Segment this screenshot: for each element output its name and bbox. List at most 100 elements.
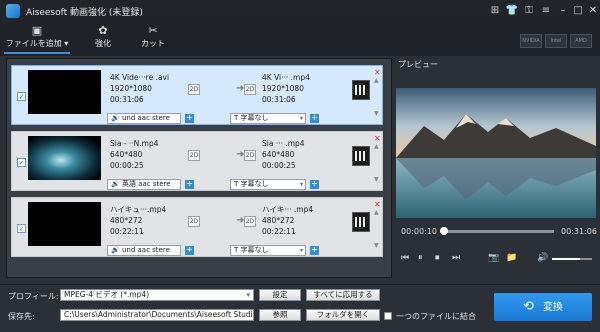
source-duration: 00:31:06 (110, 95, 144, 104)
audio-icon: 🔊 (111, 246, 120, 254)
pause-icon[interactable]: ⏸ (418, 254, 423, 263)
total-time: 00:31:06 (561, 227, 597, 236)
add-audio-button[interactable]: + (185, 246, 194, 255)
source-info: 4K Vide···re .avi 1920*1080 00:31:06 (110, 72, 184, 105)
profile-label: プロフィール: (8, 292, 59, 301)
volume-icon[interactable]: 🔊 (537, 254, 548, 263)
output-2d-badge[interactable]: 2D (244, 216, 256, 227)
close-icon[interactable]: ✕ (586, 4, 600, 18)
file-list: ✓ 4K Vide···re .avi 1920*1080 00:31:06 2… (6, 58, 392, 278)
enhance-label: 強化 (95, 39, 111, 48)
output-2d-badge[interactable]: 2D (244, 84, 256, 95)
source-duration: 00:22:11 (110, 227, 144, 236)
audio-icon: 🔊 (111, 114, 120, 122)
output-format-icon[interactable] (352, 146, 370, 166)
palette-icon: ✿ (98, 24, 108, 37)
subtitle-select[interactable]: T 字幕なし ▾ (230, 245, 306, 256)
minimize-icon[interactable]: – (556, 4, 570, 18)
add-audio-button[interactable]: + (185, 180, 194, 189)
output-info: ハイキ··· .mp4 480*272 00:22:11 (262, 204, 342, 237)
output-duration: 00:31:06 (262, 95, 296, 104)
move-up-icon[interactable]: ▲ (374, 143, 379, 150)
video-thumbnail (28, 136, 101, 180)
maximize-icon[interactable]: □ (571, 4, 585, 18)
add-subtitle-button[interactable]: + (310, 246, 319, 255)
output-format-icon[interactable] (352, 80, 370, 100)
file-row[interactable]: ✓ Sia - ··N.mp4 640*480 00:00:25 2D ➜ 2D… (11, 131, 383, 191)
source-2d-badge[interactable]: 2D (188, 216, 200, 227)
video-thumbnail (28, 70, 101, 114)
merge-checkbox[interactable] (384, 312, 392, 320)
key-icon[interactable]: ⚿ (522, 4, 536, 18)
previous-icon[interactable]: ⏮ (401, 254, 409, 263)
apply-all-button[interactable]: すべてに応用する (306, 289, 380, 301)
preview-video[interactable] (396, 88, 596, 218)
audio-track-select[interactable]: 🔊 und aac stere (107, 245, 181, 256)
file-checkbox[interactable]: ✓ (17, 224, 26, 233)
enhance-button[interactable]: ✿ 強化 (84, 24, 122, 54)
add-audio-button[interactable]: + (185, 114, 194, 123)
subtitle-select[interactable]: T 字幕なし ▾ (230, 113, 306, 124)
subtitle-value: 字幕なし (240, 180, 269, 188)
subtitle-dropdown-icon: ▾ (299, 247, 303, 254)
cut-label: カット (141, 39, 165, 48)
file-checkbox[interactable]: ✓ (17, 92, 26, 101)
add-file-label: ファイルを追加 (5, 39, 62, 48)
output-resolution: 640*480 (262, 150, 295, 159)
add-subtitle-button[interactable]: + (310, 114, 319, 123)
remove-file-icon[interactable]: ✕ (374, 201, 381, 209)
add-subtitle-button[interactable]: + (310, 180, 319, 189)
convert-icon: ⟲ (522, 299, 534, 314)
source-filename: Sia - ··N.mp4 (110, 139, 159, 148)
move-down-icon[interactable]: ▼ (374, 176, 379, 183)
source-resolution: 640*480 (110, 150, 143, 159)
cut-button[interactable]: ✂ カット (134, 24, 172, 54)
destination-input[interactable]: C:\Users\Administrator\Documents\Aiseeso… (60, 309, 254, 321)
remove-file-icon[interactable]: ✕ (374, 69, 381, 77)
add-file-button[interactable]: ▣ ファイルを追加 ▾ (4, 24, 70, 54)
audio-track-select[interactable]: 🔊 英語 aac stere (107, 179, 181, 190)
open-folder-button[interactable]: フォルダを開く (306, 309, 380, 321)
settings-button[interactable]: 設定 (259, 289, 301, 301)
seek-handle[interactable] (439, 227, 448, 235)
source-filename: ハイキュ···.mp4 (110, 205, 167, 214)
convert-label: 変換 (543, 302, 564, 313)
add-file-icon: ▣ (31, 24, 43, 37)
move-down-icon[interactable]: ▼ (374, 242, 379, 249)
move-down-icon[interactable]: ▼ (374, 110, 379, 117)
subtitle-icon: T (234, 180, 239, 188)
open-snapshot-folder-icon[interactable]: 📁 (506, 254, 517, 263)
audio-icon: 🔊 (111, 180, 120, 188)
output-filename: Sia ··· .mp4 (262, 139, 305, 148)
file-checkbox[interactable]: ✓ (17, 158, 26, 167)
skin-icon[interactable]: 👕 (505, 4, 519, 18)
title-bar: Aiseesoft 動画強化 (未登録) ⊞ 👕 ⚿ ≡ – □ ✕ (0, 0, 600, 22)
snapshot-icon[interactable]: 📷 (488, 254, 499, 263)
register-icon[interactable]: ⊞ (488, 4, 502, 18)
file-row[interactable]: ✓ ハイキュ···.mp4 480*272 00:22:11 2D ➜ 2D ハ… (11, 197, 383, 257)
output-resolution: 1920*1080 (262, 84, 304, 93)
subtitle-value: 字幕なし (240, 246, 269, 254)
source-filename: 4K Vide···re .avi (110, 73, 170, 82)
convert-button[interactable]: ⟲ 変換 (494, 293, 592, 321)
output-format-icon[interactable] (352, 212, 370, 232)
move-up-icon[interactable]: ▲ (374, 209, 379, 216)
app-window: Aiseesoft 動画強化 (未登録) ⊞ 👕 ⚿ ≡ – □ ✕ ▣ ファイ… (0, 0, 600, 332)
add-file-dropdown-icon[interactable]: ▾ (64, 39, 68, 48)
browse-button[interactable]: 参照 (259, 309, 301, 321)
volume-slider[interactable] (552, 258, 592, 260)
output-2d-badge[interactable]: 2D (244, 150, 256, 161)
menu-icon[interactable]: ≡ (539, 4, 553, 18)
file-row[interactable]: ✓ 4K Vide···re .avi 1920*1080 00:31:06 2… (11, 65, 383, 125)
remove-file-icon[interactable]: ✕ (374, 135, 381, 143)
seek-bar[interactable] (439, 227, 554, 235)
subtitle-select[interactable]: T 字幕なし ▾ (230, 179, 306, 190)
stop-icon[interactable]: ⏹ (435, 254, 440, 263)
next-icon[interactable]: ⏭ (452, 254, 460, 263)
source-2d-badge[interactable]: 2D (188, 150, 200, 161)
profile-select[interactable]: MPEG-4 ビデオ (*.mp4) ▾ (60, 289, 254, 301)
audio-track-value: 英語 aac stere (121, 180, 171, 188)
audio-track-select[interactable]: 🔊 und aac stere (107, 113, 181, 124)
source-2d-badge[interactable]: 2D (188, 84, 200, 95)
move-up-icon[interactable]: ▲ (374, 77, 379, 84)
